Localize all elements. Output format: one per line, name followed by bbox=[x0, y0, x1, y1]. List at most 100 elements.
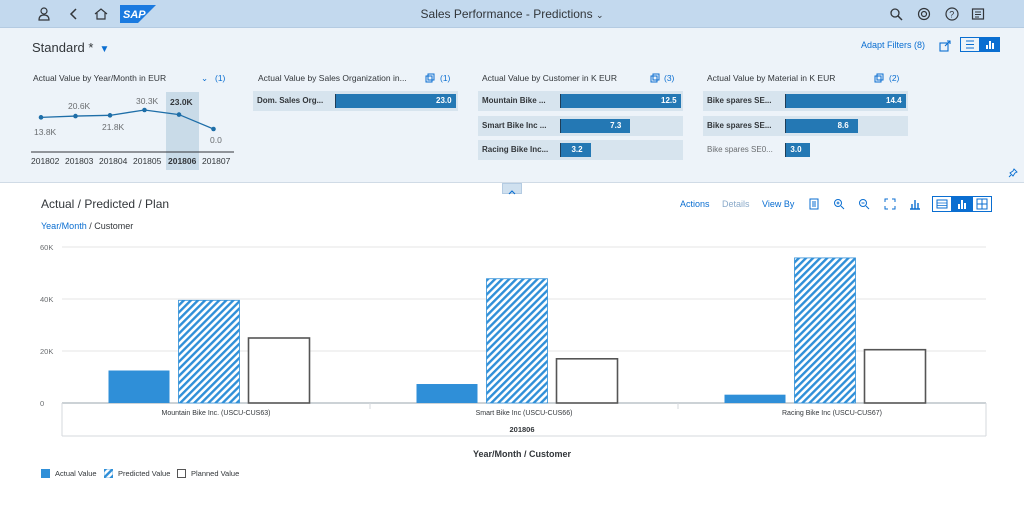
line-x-tick[interactable]: 201807 bbox=[202, 156, 230, 166]
copy-icon[interactable] bbox=[874, 73, 884, 83]
grid-view-toggle[interactable] bbox=[972, 196, 992, 212]
fullscreen-icon[interactable] bbox=[884, 198, 896, 210]
bar-actual-value[interactable] bbox=[724, 394, 786, 403]
visual-filter-toggle[interactable] bbox=[980, 37, 1000, 52]
bar-planned-value[interactable] bbox=[555, 358, 619, 404]
card-count-material[interactable]: (2) bbox=[889, 73, 899, 83]
zoom-out-icon[interactable] bbox=[858, 198, 870, 210]
legend-swatch bbox=[41, 469, 50, 478]
card-count-sales-org[interactable]: (1) bbox=[440, 73, 450, 83]
line-point[interactable] bbox=[73, 113, 78, 119]
zoom-in-icon[interactable] bbox=[833, 198, 845, 210]
line-point-label: 21.8K bbox=[102, 122, 125, 132]
bar-value-label: 8.6 bbox=[837, 121, 849, 130]
line-point[interactable] bbox=[176, 112, 182, 117]
copy-icon[interactable] bbox=[425, 73, 435, 83]
card-title-material: Actual Value by Material in K EUR bbox=[707, 73, 836, 83]
line-point-label: 0.0 bbox=[210, 135, 222, 145]
bar-chart-icon bbox=[958, 200, 966, 209]
notifications-icon[interactable] bbox=[970, 6, 986, 22]
bar-value-label: 3.0 bbox=[790, 145, 802, 154]
bar-chart-icon bbox=[986, 41, 994, 49]
legend-predicted-value[interactable]: Predicted Value bbox=[104, 469, 170, 478]
bar-planned-value[interactable] bbox=[247, 337, 311, 404]
x-category-label[interactable]: Racing Bike Inc (USCU-CUS67) bbox=[782, 410, 882, 417]
actions-button[interactable]: Actions bbox=[680, 199, 710, 209]
line-point[interactable] bbox=[38, 115, 44, 120]
line-x-tick[interactable]: 201806 bbox=[168, 156, 196, 166]
bar-value-label: 3.2 bbox=[571, 145, 583, 154]
copilot-icon[interactable] bbox=[916, 6, 932, 22]
sales-org-bar-row[interactable]: Dom. Sales Org... 23.0 bbox=[253, 91, 458, 111]
y-tick-label: 40K bbox=[40, 295, 53, 304]
bar-actual-value[interactable] bbox=[108, 370, 170, 404]
bar-value-label: 7.3 bbox=[610, 121, 622, 130]
line-point-label: 23.0K bbox=[170, 97, 193, 107]
bar-value-label: 14.4 bbox=[886, 96, 902, 105]
material-bar-row[interactable]: Bike spares SE... 8.6 bbox=[703, 116, 908, 136]
bar-predicted-value[interactable] bbox=[178, 299, 240, 404]
line-point[interactable] bbox=[211, 126, 216, 132]
card-title-sales-org: Actual Value by Sales Organization in... bbox=[258, 73, 407, 83]
card-title-customer: Actual Value by Customer in K EUR bbox=[482, 73, 617, 83]
share-icon[interactable] bbox=[937, 38, 953, 54]
details-button[interactable]: Details bbox=[722, 199, 750, 209]
chevron-up-icon bbox=[508, 190, 516, 195]
material-bar-row[interactable]: Bike spares SE... 14.4 bbox=[703, 91, 908, 111]
pin-icon[interactable] bbox=[1008, 168, 1018, 178]
grid-icon bbox=[976, 198, 988, 210]
line-point[interactable] bbox=[142, 107, 147, 113]
breadcrumb-link-year-month[interactable]: Year/Month bbox=[41, 221, 87, 231]
line-x-tick[interactable]: 201802 bbox=[31, 156, 59, 166]
line-point-label: 20.6K bbox=[68, 101, 91, 111]
material-bar-row[interactable]: Bike spares SE0... 3.0 bbox=[703, 140, 908, 160]
line-x-tick[interactable]: 201804 bbox=[99, 156, 127, 166]
filter-list-icon bbox=[966, 40, 974, 49]
line-x-tick[interactable]: 201805 bbox=[133, 156, 161, 166]
line-point-label: 13.8K bbox=[34, 127, 57, 137]
actual-predicted-plan-chart[interactable]: 0 20K 40K 60K Mountain Bike Inc. (USCU-CUS6… bbox=[0, 235, 1024, 485]
x-category-label[interactable]: Smart Bike Inc (USCU-CUS66) bbox=[476, 410, 573, 417]
breadcrumb-current: / Customer bbox=[86, 221, 134, 231]
chart-view-toggle[interactable] bbox=[952, 196, 972, 212]
search-icon[interactable] bbox=[888, 6, 904, 22]
bar-predicted-value[interactable] bbox=[794, 257, 856, 404]
bar-planned-value[interactable] bbox=[863, 348, 927, 404]
chevron-down-icon[interactable]: ⌄ bbox=[596, 10, 604, 20]
svg-text:?: ? bbox=[949, 10, 954, 20]
chart-title: Actual / Predicted / Plan bbox=[41, 197, 170, 211]
customer-bar-row[interactable]: Smart Bike Inc ... 7.3 bbox=[478, 116, 683, 136]
y-tick-label: 0 bbox=[40, 399, 44, 408]
legend-swatch bbox=[177, 469, 186, 478]
bar-value-label: 12.5 bbox=[661, 96, 677, 105]
adapt-filters-button[interactable]: Adapt Filters (8) bbox=[861, 40, 925, 50]
collapse-header-button[interactable] bbox=[502, 183, 522, 195]
line-point[interactable] bbox=[107, 113, 113, 118]
bar-predicted-value[interactable] bbox=[486, 278, 548, 404]
group-label: 201806 bbox=[509, 425, 534, 434]
y-tick-label: 60K bbox=[40, 243, 53, 252]
legend-planned-value[interactable]: Planned Value bbox=[177, 469, 239, 478]
legend-actual-value[interactable]: Actual Value bbox=[41, 469, 97, 478]
chart-table-icon bbox=[936, 199, 948, 209]
legend-swatch bbox=[104, 469, 113, 478]
customer-bar-row[interactable]: Mountain Bike ... 12.5 bbox=[478, 91, 683, 111]
customer-bar-row[interactable]: Racing Bike Inc... 3.2 bbox=[478, 140, 683, 160]
x-category-label[interactable]: Mountain Bike Inc. (USCU-CUS63) bbox=[162, 410, 271, 417]
bar-value-label: 23.0 bbox=[436, 96, 452, 105]
x-axis-title: Year/Month / Customer bbox=[473, 449, 572, 459]
view-by-button[interactable]: View By bbox=[762, 199, 794, 209]
table-view-toggle[interactable] bbox=[932, 196, 952, 212]
legend-icon[interactable] bbox=[808, 198, 820, 210]
year-month-line-chart[interactable] bbox=[0, 0, 260, 175]
breadcrumb: Year/Month / Customer bbox=[41, 221, 133, 231]
copy-icon[interactable] bbox=[650, 73, 660, 83]
y-tick-label: 20K bbox=[40, 347, 53, 356]
bar-actual-value[interactable] bbox=[416, 384, 478, 403]
chart-type-icon[interactable] bbox=[909, 198, 921, 210]
line-point-label: 30.3K bbox=[136, 96, 159, 106]
help-icon[interactable]: ? bbox=[944, 6, 960, 22]
line-x-tick[interactable]: 201803 bbox=[65, 156, 93, 166]
card-count-customer[interactable]: (3) bbox=[664, 73, 674, 83]
compact-filter-toggle[interactable] bbox=[960, 37, 980, 52]
